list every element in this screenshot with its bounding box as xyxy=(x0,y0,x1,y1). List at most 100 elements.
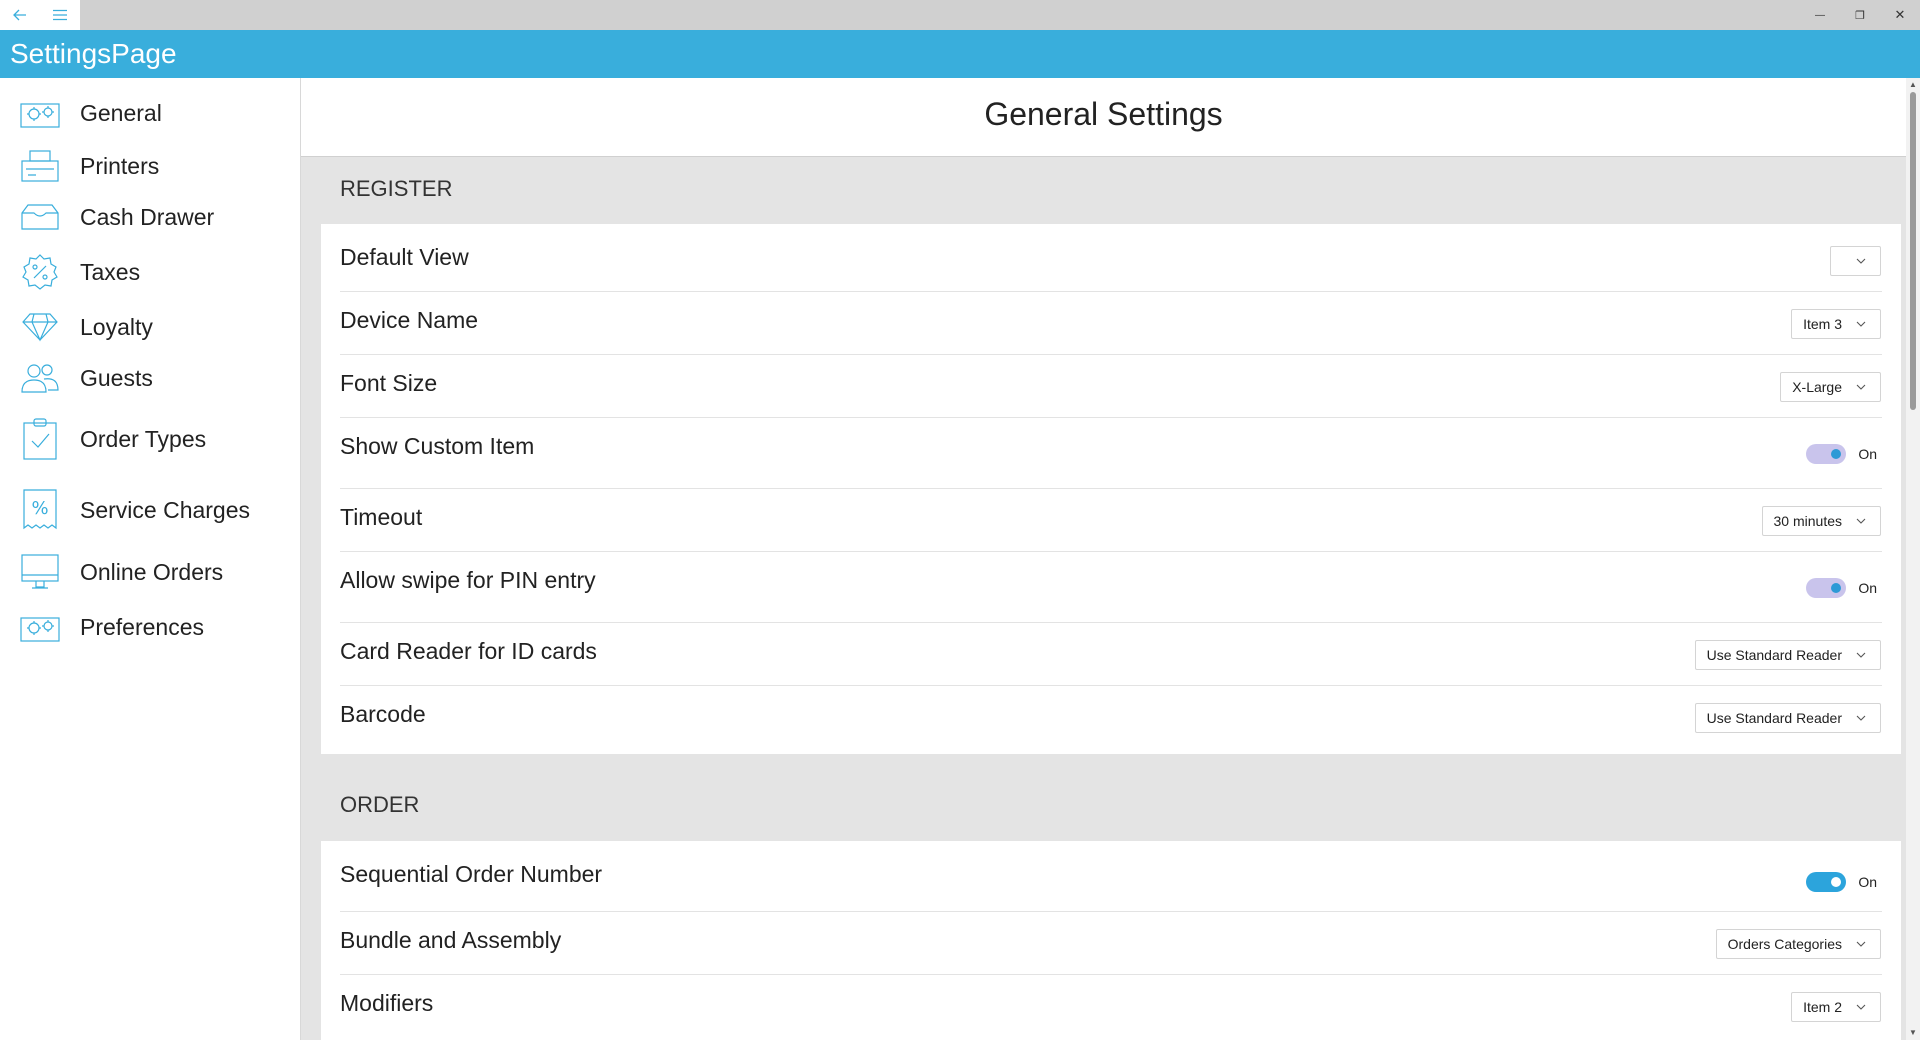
setting-label: Timeout xyxy=(340,504,423,530)
chevron-down-icon xyxy=(1856,319,1866,329)
sidebar: General Printers Cash Drawer Taxes Loyal… xyxy=(0,78,301,1040)
select-value: X-Large xyxy=(1792,379,1842,395)
select-value: Orders Categories xyxy=(1727,936,1842,952)
sidebar-item-label: Printers xyxy=(80,152,160,179)
setting-label: Bundle and Assembly xyxy=(340,927,562,953)
scroll-down-arrow-icon[interactable]: ▼ xyxy=(1908,1028,1918,1038)
sidebar-item-order-types[interactable]: Order Types xyxy=(0,415,300,463)
chevron-down-icon xyxy=(1856,382,1866,392)
font-size-select[interactable]: X-Large xyxy=(1780,372,1881,402)
setting-label: Show Custom Item xyxy=(340,433,535,459)
setting-row-device-name: Device Name Item 3 xyxy=(321,292,1901,355)
sidebar-item-service-charges[interactable]: % Service Charges xyxy=(0,486,300,534)
toggle-switch[interactable] xyxy=(1806,444,1847,464)
setting-row-show-custom-item: Show Custom Item On xyxy=(321,418,1901,489)
sidebar-item-label: Loyalty xyxy=(80,313,153,340)
setting-label: Allow swipe for PIN entry xyxy=(340,567,596,593)
order-settings-card: Sequential Order Number On Bundle and As… xyxy=(321,841,1901,1040)
setting-row-allow-swipe-pin: Allow swipe for PIN entry On xyxy=(321,552,1901,623)
receipt-percent-icon: % xyxy=(20,489,60,530)
app-title: SettingsPage xyxy=(10,38,177,69)
select-value: 30 minutes xyxy=(1773,513,1842,529)
sidebar-item-label: Guests xyxy=(80,364,153,391)
setting-label: Card Reader for ID cards xyxy=(340,638,597,664)
setting-label: Device Name xyxy=(340,307,479,333)
toggle-switch[interactable] xyxy=(1806,872,1847,892)
minimize-button[interactable]: — xyxy=(1800,0,1840,30)
show-custom-item-toggle[interactable]: On xyxy=(1806,444,1877,464)
sidebar-item-label: Order Types xyxy=(80,425,207,452)
setting-label: Font Size xyxy=(340,370,438,396)
printer-icon xyxy=(20,146,60,186)
percent-badge-icon xyxy=(20,252,60,292)
select-value: Use Standard Reader xyxy=(1706,647,1842,663)
toggle-state-label: On xyxy=(1858,874,1877,890)
page-header: General Settings xyxy=(301,78,1906,157)
bundle-assembly-select[interactable]: Orders Categories xyxy=(1715,929,1881,959)
settings-content: General Settings REGISTER Default View D… xyxy=(301,78,1906,1040)
chevron-down-icon xyxy=(1856,713,1866,723)
setting-row-timeout: Timeout 30 minutes xyxy=(321,489,1901,552)
sidebar-item-preferences[interactable]: Preferences xyxy=(0,603,300,651)
select-value: Item 2 xyxy=(1803,999,1842,1015)
title-bar-nav-area xyxy=(0,0,80,30)
timeout-select[interactable]: 30 minutes xyxy=(1761,506,1881,536)
sidebar-item-label: Service Charges xyxy=(80,496,251,523)
modifiers-select[interactable]: Item 2 xyxy=(1791,992,1881,1022)
gear-puzzle-icon xyxy=(20,607,60,647)
sidebar-item-label: Taxes xyxy=(80,258,141,285)
gear-puzzle-icon xyxy=(20,93,60,133)
sidebar-item-label: Cash Drawer xyxy=(80,203,215,230)
sidebar-item-label: Preferences xyxy=(80,613,205,640)
vertical-scrollbar[interactable]: ▲ ▼ xyxy=(1906,78,1920,1040)
hamburger-icon xyxy=(53,9,67,21)
scroll-up-arrow-icon[interactable]: ▲ xyxy=(1908,80,1918,90)
hamburger-menu-button[interactable] xyxy=(40,0,80,30)
close-icon: ✕ xyxy=(1894,7,1906,22)
setting-row-bundle-assembly: Bundle and Assembly Orders Categories xyxy=(321,912,1901,975)
back-button[interactable] xyxy=(0,0,40,30)
card-reader-select[interactable]: Use Standard Reader xyxy=(1694,640,1881,670)
svg-text:%: % xyxy=(31,498,48,519)
sidebar-item-guests[interactable]: Guests xyxy=(0,354,300,402)
setting-row-card-reader: Card Reader for ID cards Use Standard Re… xyxy=(321,623,1901,686)
sidebar-item-general[interactable]: General xyxy=(0,89,300,137)
allow-swipe-pin-toggle[interactable]: On xyxy=(1806,578,1877,598)
setting-label: Barcode xyxy=(340,701,426,727)
chevron-down-icon xyxy=(1856,650,1866,660)
select-value: Item 3 xyxy=(1803,316,1842,332)
chevron-down-icon xyxy=(1856,939,1866,949)
back-arrow-icon xyxy=(13,9,26,21)
setting-row-sequential-order-number: Sequential Order Number On xyxy=(321,841,1901,912)
scrollbar-thumb[interactable] xyxy=(1910,92,1916,410)
sidebar-item-taxes[interactable]: Taxes xyxy=(0,248,300,296)
sequential-order-number-toggle[interactable]: On xyxy=(1806,872,1877,892)
minimize-icon: — xyxy=(1815,9,1825,21)
monitor-icon xyxy=(20,552,60,592)
maximize-button[interactable]: ❐ xyxy=(1840,0,1880,30)
default-view-select[interactable] xyxy=(1830,246,1881,276)
toggle-state-label: On xyxy=(1858,580,1877,596)
section-title-order: ORDER xyxy=(340,792,420,817)
setting-row-modifiers: Modifiers Item 2 xyxy=(321,975,1901,1038)
sidebar-item-printers[interactable]: Printers xyxy=(0,142,300,190)
setting-label: Default View xyxy=(340,244,469,270)
barcode-select[interactable]: Use Standard Reader xyxy=(1694,703,1881,733)
sidebar-item-label: Online Orders xyxy=(80,558,224,585)
chevron-down-icon xyxy=(1856,1002,1866,1012)
sidebar-item-online-orders[interactable]: Online Orders xyxy=(0,548,300,596)
setting-row-barcode: Barcode Use Standard Reader xyxy=(321,686,1901,754)
toggle-knob xyxy=(1831,583,1842,593)
device-name-select[interactable]: Item 3 xyxy=(1791,309,1881,339)
close-button[interactable]: ✕ xyxy=(1880,0,1920,30)
toggle-switch[interactable] xyxy=(1806,578,1847,598)
toggle-knob xyxy=(1831,877,1842,887)
sidebar-item-label: General xyxy=(80,99,162,126)
page-title: General Settings xyxy=(984,96,1223,132)
sidebar-item-cash-drawer[interactable]: Cash Drawer xyxy=(0,193,300,241)
sidebar-item-loyalty[interactable]: Loyalty xyxy=(0,303,300,351)
people-icon xyxy=(20,358,60,398)
toggle-state-label: On xyxy=(1858,446,1877,462)
setting-row-font-size: Font Size X-Large xyxy=(321,355,1901,418)
window-title-bar: — ❐ ✕ xyxy=(0,0,1920,30)
